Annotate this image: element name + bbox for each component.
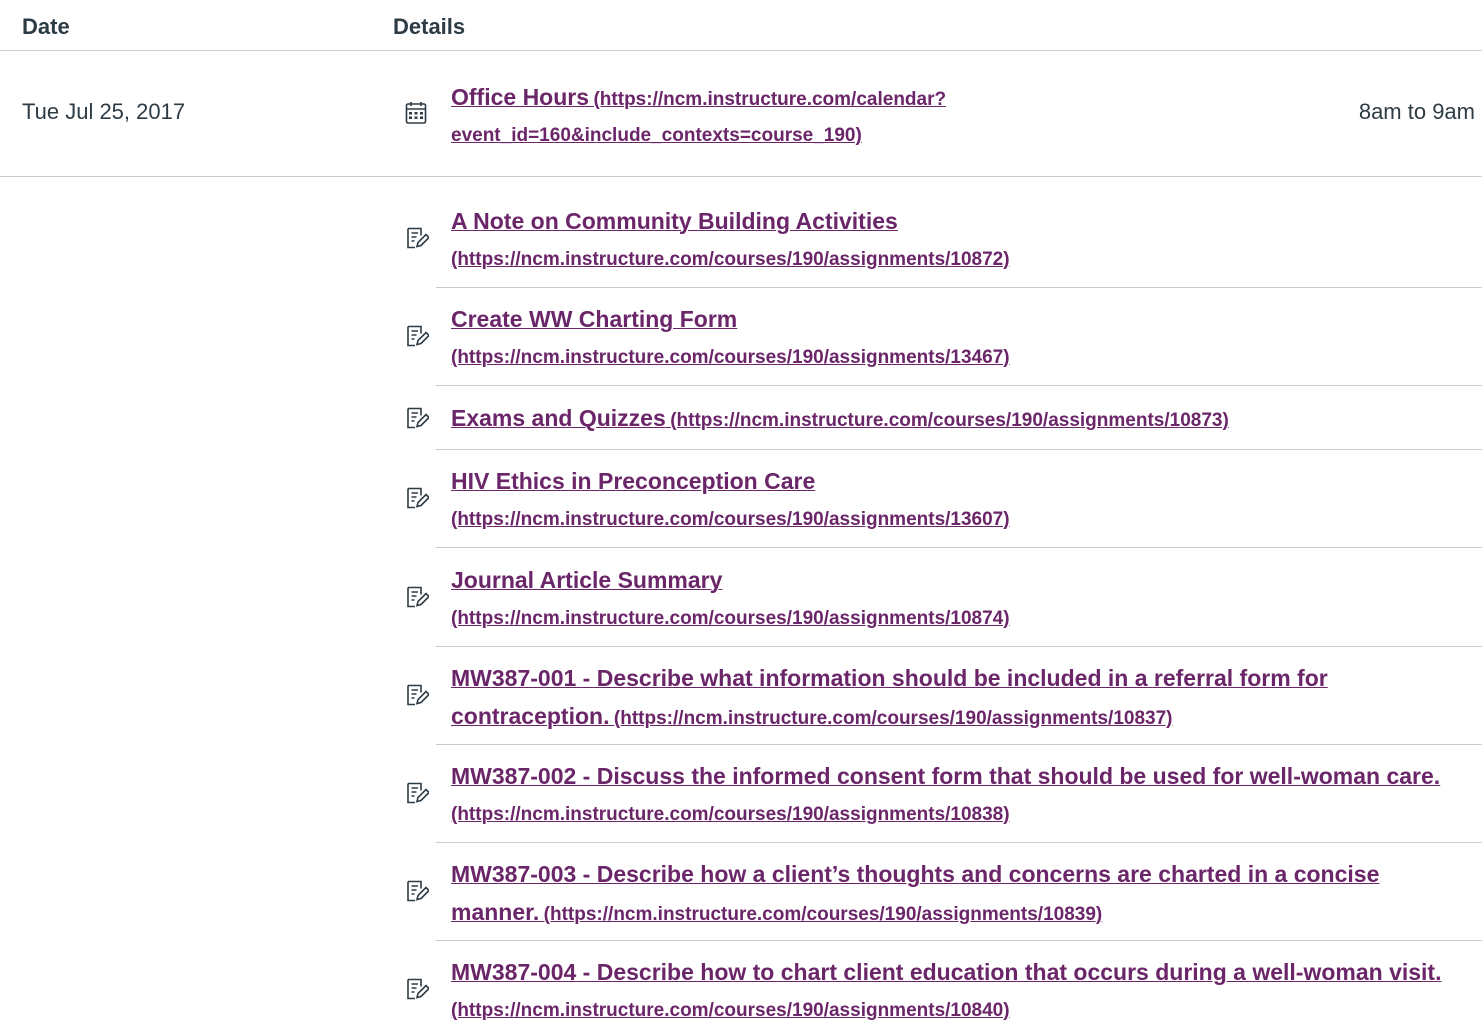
assignment-icon <box>405 977 429 1001</box>
assignment-link[interactable]: HIV Ethics in Preconception Care (https:… <box>451 464 1451 538</box>
assignment-url: (https://ncm.instructure.com/courses/190… <box>451 1000 1010 1021</box>
assignment-title: Create WW Charting Form <box>451 306 738 332</box>
date-column-header: Date <box>22 14 70 39</box>
item-divider <box>436 646 1482 647</box>
calendar-icon <box>405 101 429 125</box>
assignment-url: (https://ncm.instructure.com/courses/190… <box>613 708 1173 729</box>
assignment-url: (https://ncm.instructure.com/courses/190… <box>451 804 1010 825</box>
item-divider <box>436 744 1482 745</box>
assignment-icon <box>405 585 429 609</box>
assignment-icon <box>405 406 429 430</box>
details-column-header: Details <box>393 14 466 39</box>
assignment-url: (https://ncm.instructure.com/courses/190… <box>670 410 1229 431</box>
assignment-icon <box>405 683 429 707</box>
assignment-title: Journal Article Summary <box>451 567 723 593</box>
assignment-icon <box>405 324 429 348</box>
assignment-link[interactable]: Create WW Charting Form (https://ncm.ins… <box>451 302 1451 376</box>
event-time: 8am to 9am <box>1358 99 1475 124</box>
assignment-title: Exams and Quizzes <box>451 405 666 431</box>
assignment-icon <box>405 226 429 250</box>
assignment-icon <box>405 879 429 903</box>
assignment-url: (https://ncm.instructure.com/courses/190… <box>451 608 1010 629</box>
assignment-link[interactable]: A Note on Community Building Activities … <box>451 204 1451 278</box>
assignment-url: (https://ncm.instructure.com/courses/190… <box>451 509 1010 530</box>
assignment-icon <box>405 781 429 805</box>
assignment-link[interactable]: MW387-001 - Describe what information sh… <box>451 661 1451 737</box>
item-divider <box>436 940 1482 941</box>
assignment-url: (https://ncm.instructure.com/courses/190… <box>451 249 1010 270</box>
event-title: Office Hours <box>451 84 590 110</box>
assignment-url: (https://ncm.instructure.com/courses/190… <box>543 904 1103 925</box>
item-divider <box>436 287 1482 288</box>
assignment-title: A Note on Community Building Activities <box>451 208 898 234</box>
row-date: Tue Jul 25, 2017 <box>22 99 186 124</box>
assignment-icon <box>405 486 429 510</box>
assignment-link[interactable]: Exams and Quizzes (https://ncm.instructu… <box>451 401 1451 439</box>
assignment-title: HIV Ethics in Preconception Care <box>451 468 816 494</box>
assignment-link[interactable]: MW387-004 - Describe how to chart client… <box>451 955 1451 1029</box>
assignment-link[interactable]: Journal Article Summary (https://ncm.ins… <box>451 563 1451 637</box>
item-divider <box>436 547 1482 548</box>
assignment-link[interactable]: MW387-003 - Describe how a client’s thou… <box>451 857 1451 933</box>
assignment-link[interactable]: MW387-002 - Discuss the informed consent… <box>451 759 1451 833</box>
event-link-office-hours[interactable]: Office Hours (https://ncm.instructure.co… <box>451 80 1151 154</box>
item-divider <box>436 449 1482 450</box>
row-divider <box>0 176 1482 177</box>
assignment-title: MW387-002 - Discuss the informed consent… <box>451 763 1441 789</box>
table-header: Date Details <box>0 0 1482 51</box>
assignment-url: (https://ncm.instructure.com/courses/190… <box>451 347 1010 368</box>
item-divider <box>436 385 1482 386</box>
assignment-title: MW387-004 - Describe how to chart client… <box>451 959 1442 985</box>
item-divider <box>436 842 1482 843</box>
